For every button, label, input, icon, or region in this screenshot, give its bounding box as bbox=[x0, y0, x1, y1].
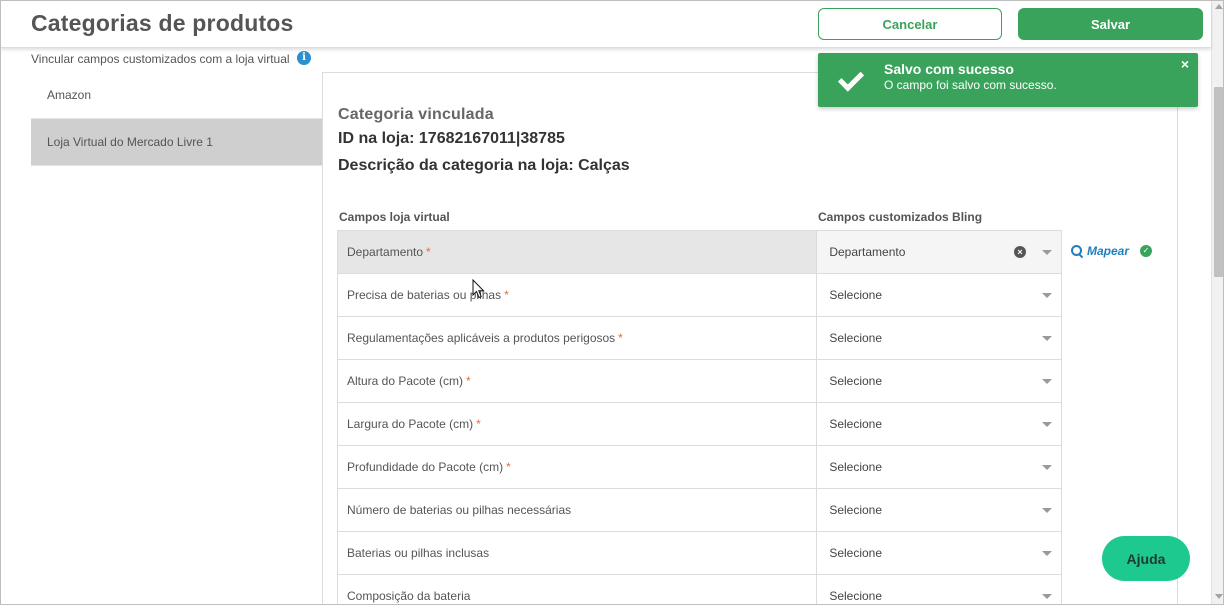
clear-icon[interactable]: × bbox=[1014, 246, 1026, 258]
store-item-amazon[interactable]: Amazon bbox=[31, 72, 323, 119]
field-label: Regulamentações aplicáveis a produtos pe… bbox=[338, 317, 818, 359]
column-header-store-fields: Campos loja virtual bbox=[339, 210, 450, 224]
save-button[interactable]: Salvar bbox=[1018, 8, 1203, 40]
page-title: Categorias de produtos bbox=[31, 10, 294, 36]
required-marker: * bbox=[476, 417, 481, 431]
table-row: Regulamentações aplicáveis a produtos pe… bbox=[338, 317, 1062, 360]
table-row: Profundidade do Pacote (cm) * Selecione bbox=[338, 446, 1062, 489]
scroll-down-icon[interactable] bbox=[1215, 594, 1223, 599]
chevron-down-icon bbox=[1042, 379, 1052, 384]
check-circle-icon: ✓ bbox=[1140, 245, 1152, 257]
chevron-down-icon bbox=[1042, 465, 1052, 470]
table-row: Número de baterias ou pilhas necessárias… bbox=[338, 489, 1062, 532]
required-marker: * bbox=[506, 460, 511, 474]
table-row: Departamento * Departamento × bbox=[338, 231, 1062, 274]
category-title: Categoria vinculada bbox=[338, 106, 494, 123]
field-label: Profundidade do Pacote (cm) * bbox=[338, 446, 818, 488]
chevron-down-icon bbox=[1042, 336, 1052, 341]
field-label: Largura do Pacote (cm) * bbox=[338, 403, 818, 445]
field-mapping-table: Departamento * Departamento × Precisa de b… bbox=[337, 230, 1062, 604]
custom-field-select[interactable]: Departamento × bbox=[817, 231, 1062, 273]
store-list: Amazon Loja Virtual do Mercado Livre 1 bbox=[31, 72, 323, 166]
required-marker: * bbox=[426, 245, 431, 259]
check-icon bbox=[836, 65, 864, 93]
table-row: Baterias ou pilhas inclusas Selecione bbox=[338, 532, 1062, 575]
field-label: Número de baterias ou pilhas necessárias bbox=[338, 489, 818, 531]
chevron-down-icon bbox=[1042, 508, 1052, 513]
chevron-down-icon bbox=[1042, 594, 1052, 599]
custom-field-select[interactable]: Selecione bbox=[817, 403, 1062, 445]
required-marker: * bbox=[504, 288, 509, 302]
toast-title: Salvo com sucesso bbox=[884, 61, 1014, 77]
custom-field-select[interactable]: Selecione bbox=[817, 532, 1062, 574]
field-label: Composição da bateria bbox=[338, 575, 818, 604]
search-icon bbox=[1071, 245, 1083, 257]
help-button[interactable]: Ajuda bbox=[1102, 536, 1190, 581]
store-item-mercado-livre[interactable]: Loja Virtual do Mercado Livre 1 bbox=[31, 119, 323, 166]
table-row: Largura do Pacote (cm) * Selecione bbox=[338, 403, 1062, 446]
cancel-button[interactable]: Cancelar bbox=[818, 8, 1002, 40]
custom-field-select[interactable]: Selecione bbox=[817, 360, 1062, 402]
success-toast: Salvo com sucesso O campo foi salvo com … bbox=[818, 53, 1198, 107]
chevron-down-icon bbox=[1042, 422, 1052, 427]
category-id: ID na loja: 17682167011|38785 bbox=[338, 130, 565, 147]
app-window: Categorias de produtos Cancelar Salvar V… bbox=[0, 0, 1224, 605]
field-label: Precisa de baterias ou pilhas * bbox=[338, 274, 818, 316]
chevron-down-icon bbox=[1042, 551, 1052, 556]
info-icon[interactable]: i bbox=[297, 51, 311, 65]
category-description: Descrição da categoria na loja: Calças bbox=[338, 157, 630, 174]
custom-field-select[interactable]: Selecione bbox=[817, 575, 1062, 604]
vertical-scrollbar[interactable] bbox=[1211, 1, 1223, 604]
page-header: Categorias de produtos Cancelar Salvar bbox=[1, 1, 1211, 48]
scrollbar-thumb[interactable] bbox=[1214, 87, 1223, 277]
chevron-down-icon bbox=[1042, 250, 1052, 255]
column-header-custom-fields: Campos customizados Bling bbox=[818, 210, 983, 224]
mouse-cursor-icon bbox=[472, 279, 485, 299]
required-marker: * bbox=[466, 374, 471, 388]
link-section-label: Vincular campos customizados com a loja … bbox=[31, 52, 290, 66]
table-row: Composição da bateria Selecione bbox=[338, 575, 1062, 604]
custom-field-select[interactable]: Selecione bbox=[817, 317, 1062, 359]
field-label: Baterias ou pilhas inclusas bbox=[338, 532, 818, 574]
required-marker: * bbox=[618, 331, 623, 345]
table-row: Altura do Pacote (cm) * Selecione bbox=[338, 360, 1062, 403]
chevron-down-icon bbox=[1042, 293, 1052, 298]
toast-message: O campo foi salvo com sucesso. bbox=[884, 78, 1057, 92]
custom-field-select[interactable]: Selecione bbox=[817, 489, 1062, 531]
field-label: Altura do Pacote (cm) * bbox=[338, 360, 818, 402]
scroll-up-icon[interactable] bbox=[1215, 4, 1223, 9]
custom-field-select[interactable]: Selecione bbox=[817, 446, 1062, 488]
map-link[interactable]: Mapear bbox=[1071, 244, 1129, 258]
table-row: Precisa de baterias ou pilhas * Selecione bbox=[338, 274, 1062, 317]
custom-field-select[interactable]: Selecione bbox=[817, 274, 1062, 316]
close-icon[interactable]: × bbox=[1181, 56, 1189, 72]
field-label: Departamento * bbox=[338, 231, 818, 273]
